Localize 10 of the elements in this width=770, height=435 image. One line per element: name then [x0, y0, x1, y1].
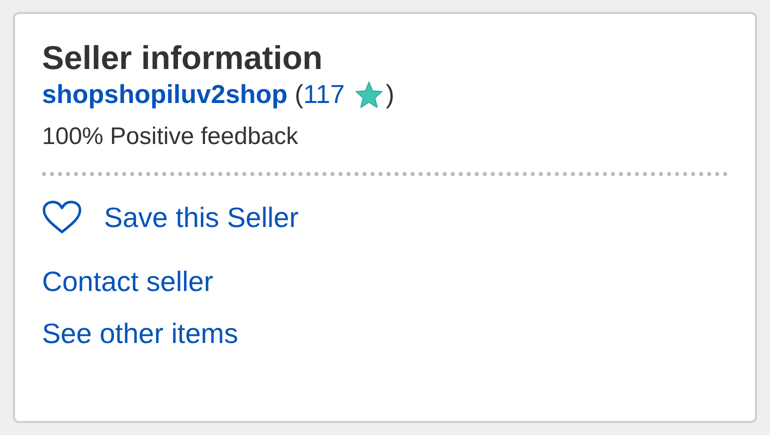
feedback-score-link[interactable]: 117	[303, 78, 345, 112]
save-seller-link[interactable]: Save this Seller	[42, 200, 728, 236]
star-icon	[354, 80, 383, 108]
seller-link[interactable]: See other items	[42, 316, 238, 350]
panel-title: Seller information	[42, 38, 324, 78]
seller-name-link[interactable]: shopshopiluv2shop	[42, 78, 288, 112]
feedback-text: 100% Positive feedback	[42, 123, 300, 152]
close-paren: )	[386, 78, 394, 111]
open-paren: (	[294, 78, 304, 111]
seller-link[interactable]: Contact seller	[42, 265, 214, 299]
